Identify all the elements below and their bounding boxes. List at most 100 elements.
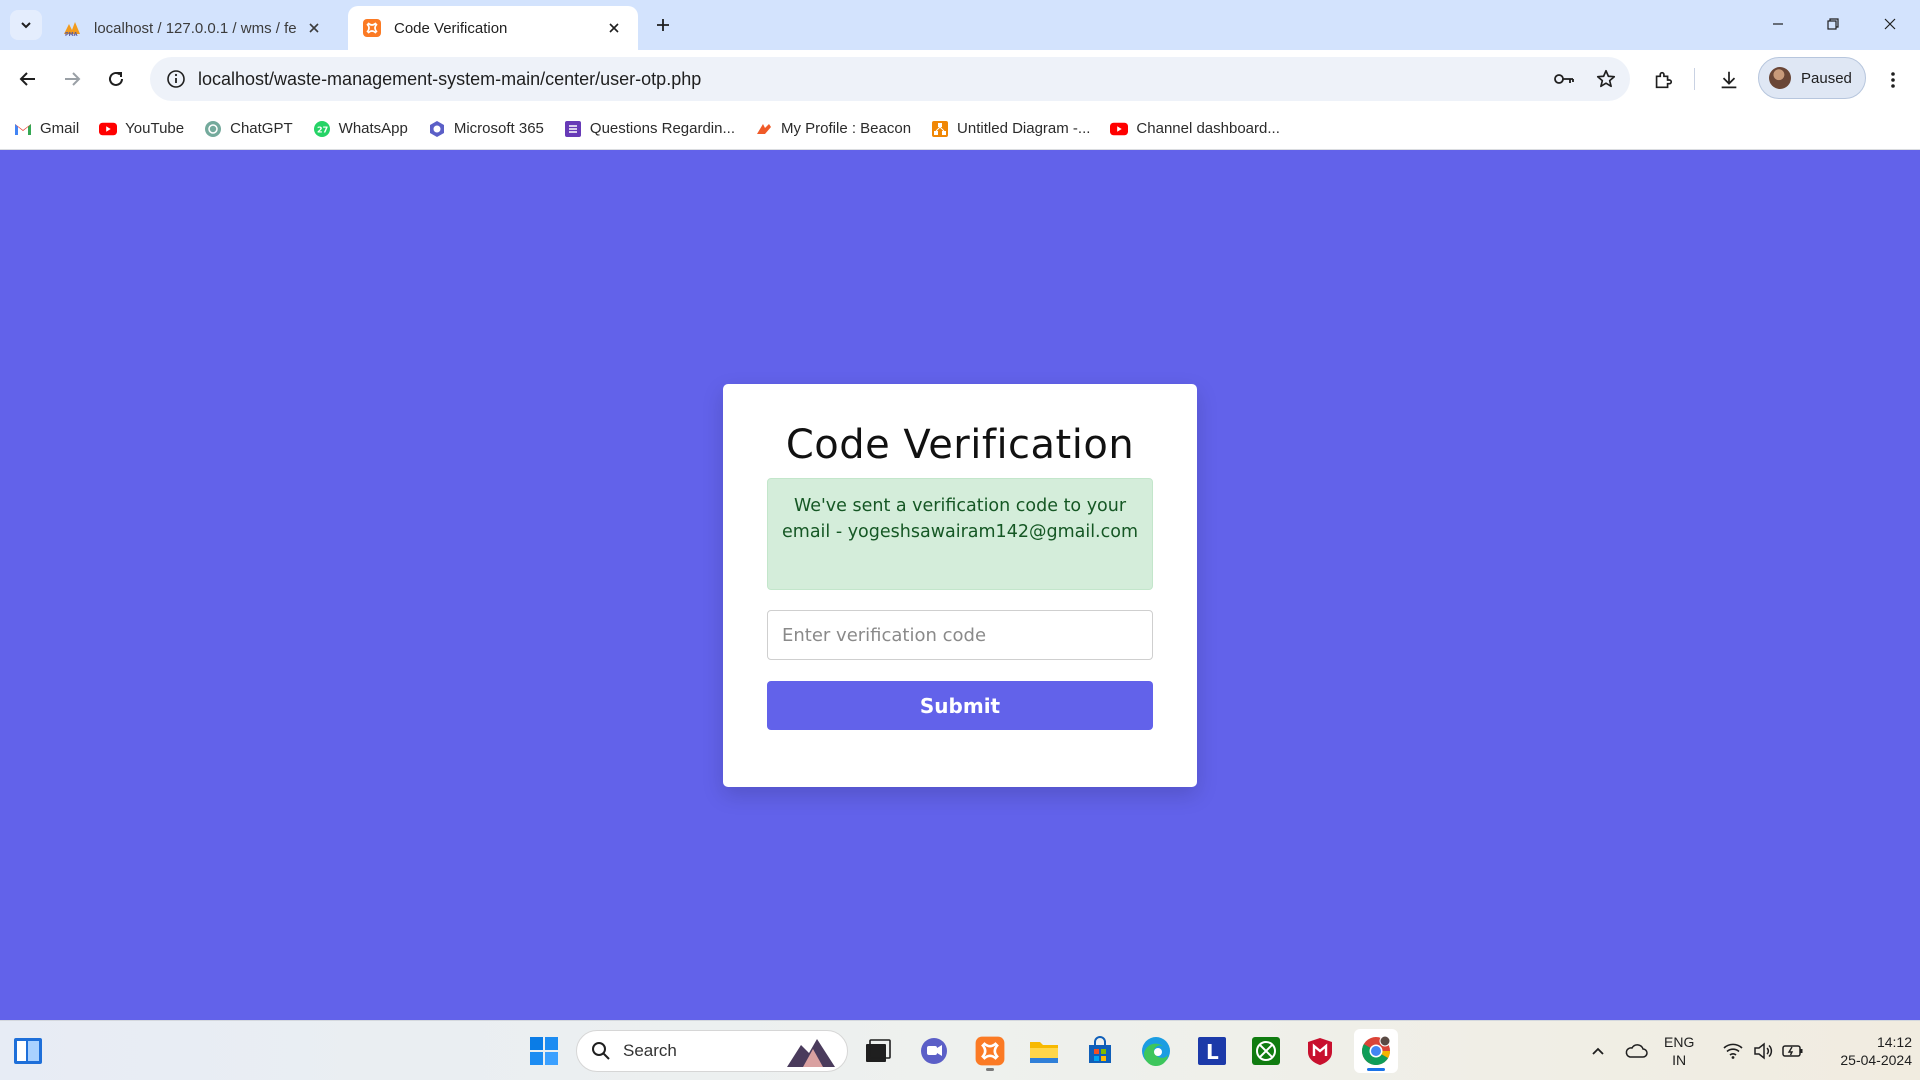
battery-charging-icon xyxy=(1781,1045,1803,1057)
bookmark-microsoft365[interactable]: Microsoft 365 xyxy=(428,120,544,138)
close-icon[interactable] xyxy=(604,18,624,38)
bookmark-label: Untitled Diagram -... xyxy=(957,120,1091,137)
submit-button[interactable]: Submit xyxy=(767,681,1153,730)
new-tab-button[interactable] xyxy=(650,12,676,38)
search-label: Search xyxy=(623,1041,677,1060)
success-alert: We've sent a verification code to your e… xyxy=(767,478,1153,590)
bookmark-youtube[interactable]: YouTube xyxy=(99,120,184,138)
bookmark-drawio[interactable]: Untitled Diagram -... xyxy=(931,120,1090,138)
bookmark-beacon[interactable]: My Profile : Beacon xyxy=(755,120,911,138)
tab-search-button[interactable] xyxy=(10,10,42,40)
bookmark-whatsapp[interactable]: 27 WhatsApp xyxy=(313,120,408,138)
address-bar[interactable]: localhost/waste-management-system-main/c… xyxy=(150,57,1630,101)
beacon-icon xyxy=(755,120,773,138)
wifi-icon xyxy=(1723,1043,1743,1059)
bookmark-label: YouTube xyxy=(125,120,185,137)
profile-button[interactable]: Paused xyxy=(1758,57,1866,99)
chatgpt-icon xyxy=(204,120,222,138)
forward-button[interactable] xyxy=(56,63,88,95)
profile-status: Paused xyxy=(1801,69,1852,87)
site-info-button[interactable] xyxy=(154,57,198,101)
phpmyadmin-icon: PMA xyxy=(64,22,80,38)
xampp-taskbar-button[interactable] xyxy=(968,1029,1012,1073)
search-icon xyxy=(592,1042,610,1060)
teams-chat-button[interactable] xyxy=(912,1029,956,1073)
chrome-icon xyxy=(1362,1035,1391,1065)
verification-card: Code Verification We've sent a verificat… xyxy=(723,384,1197,787)
info-icon xyxy=(167,70,185,88)
back-button[interactable] xyxy=(12,63,44,95)
bookmark-label: Gmail xyxy=(40,120,80,137)
task-view-button[interactable] xyxy=(856,1029,900,1073)
svg-text:27: 27 xyxy=(317,125,328,134)
bookmark-label: My Profile : Beacon xyxy=(780,120,912,137)
tab-phpmyadmin[interactable]: PMA localhost / 127.0.0.1 / wms / fee xyxy=(48,6,338,50)
key-icon xyxy=(1554,74,1574,84)
page-title: Code Verification xyxy=(785,422,1135,468)
browser-toolbar: localhost/waste-management-system-main/c… xyxy=(0,50,1920,108)
bookmark-label: Microsoft 365 xyxy=(453,120,544,137)
language-code: ENG xyxy=(1664,1034,1695,1050)
url-text[interactable]: localhost/waste-management-system-main/c… xyxy=(198,69,1546,90)
tab-title: Code Verification xyxy=(394,19,508,37)
arrow-left-icon xyxy=(19,72,35,86)
tab-code-verification[interactable]: Code Verification xyxy=(348,6,638,50)
verification-code-input[interactable] xyxy=(767,610,1153,660)
plus-icon xyxy=(657,19,669,31)
close-window-button[interactable] xyxy=(1868,8,1912,40)
extensions-button[interactable] xyxy=(1646,63,1680,97)
close-icon xyxy=(1884,18,1896,30)
edge-button[interactable] xyxy=(1134,1029,1178,1073)
chevron-up-icon xyxy=(1592,1047,1604,1055)
minimize-button[interactable] xyxy=(1756,8,1800,40)
teams-chat-icon xyxy=(921,1038,947,1064)
microsoft-store-button[interactable] xyxy=(1078,1029,1122,1073)
volume-icon xyxy=(1754,1042,1773,1060)
star-icon xyxy=(1596,69,1616,88)
bookmarks-bar: Gmail YouTube ChatGPT 27 WhatsApp Micros… xyxy=(0,108,1920,150)
cloud-icon xyxy=(1625,1044,1648,1058)
mcafee-button[interactable] xyxy=(1298,1029,1342,1073)
l-app-button[interactable]: L xyxy=(1190,1029,1234,1073)
close-icon[interactable] xyxy=(304,18,324,38)
youtube-studio-icon xyxy=(1110,120,1129,138)
bookmark-gmail[interactable]: Gmail xyxy=(14,120,79,138)
avatar xyxy=(1769,67,1791,89)
password-key-button[interactable] xyxy=(1546,61,1582,97)
tab-strip: PMA localhost / 127.0.0.1 / wms / fee Co… xyxy=(0,0,1920,50)
browser-menu-button[interactable] xyxy=(1876,63,1910,97)
reload-button[interactable] xyxy=(100,63,132,95)
onedrive-button[interactable] xyxy=(1614,1029,1658,1073)
minimize-icon xyxy=(1773,23,1783,25)
quick-settings-button[interactable] xyxy=(1718,1021,1808,1080)
chrome-taskbar-button[interactable] xyxy=(1354,1029,1398,1073)
edge-icon xyxy=(1142,1037,1170,1067)
gmail-icon xyxy=(14,120,32,138)
clock-button[interactable]: 14:12 25-04-2024 xyxy=(1812,1021,1912,1080)
clock-time: 14:12 xyxy=(1876,1034,1912,1050)
bookmark-chatgpt[interactable]: ChatGPT xyxy=(204,120,293,138)
bookmark-star-button[interactable] xyxy=(1588,61,1624,97)
taskbar-search[interactable]: Search xyxy=(576,1030,848,1072)
arrow-right-icon xyxy=(65,72,81,86)
l-app-icon: L xyxy=(1198,1037,1226,1065)
xbox-icon xyxy=(1252,1037,1280,1065)
running-indicator xyxy=(986,1068,994,1071)
mcafee-icon xyxy=(1308,1038,1332,1065)
youtube-icon xyxy=(99,120,118,138)
clock-date: 25-04-2024 xyxy=(1840,1052,1912,1068)
language-indicator[interactable]: ENG IN xyxy=(1664,1021,1708,1080)
bookmark-label: Channel dashboard... xyxy=(1136,120,1280,137)
widgets-button[interactable] xyxy=(6,1029,50,1073)
start-button[interactable] xyxy=(522,1029,566,1073)
file-explorer-button[interactable] xyxy=(1022,1029,1066,1073)
bookmark-questions[interactable]: Questions Regardin... xyxy=(564,120,735,138)
bookmark-channel-dashboard[interactable]: Channel dashboard... xyxy=(1110,120,1280,138)
toolbar-divider xyxy=(1694,68,1695,90)
restore-icon xyxy=(1827,18,1839,30)
downloads-button[interactable] xyxy=(1712,63,1746,97)
restore-button[interactable] xyxy=(1811,8,1855,40)
download-icon xyxy=(1721,71,1737,89)
xampp-icon xyxy=(975,1036,1005,1066)
xbox-button[interactable] xyxy=(1244,1029,1288,1073)
